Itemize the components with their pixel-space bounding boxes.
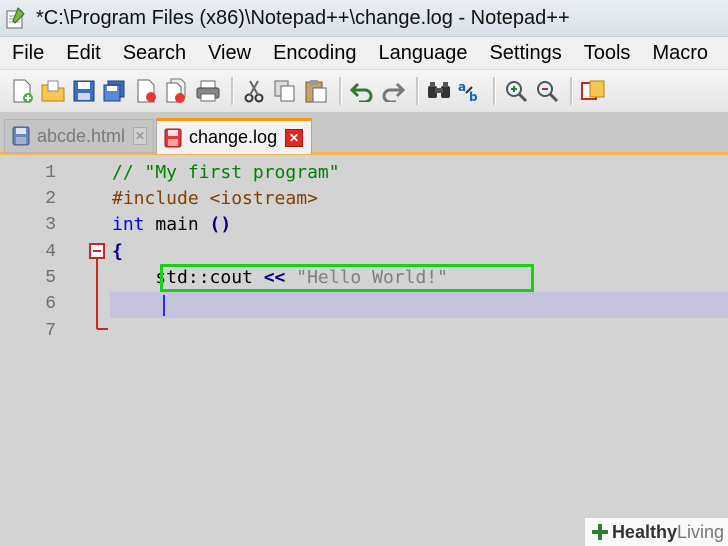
toolbar-separator (416, 77, 419, 105)
tab-label: change.log (189, 127, 278, 147)
find-icon[interactable] (425, 76, 453, 106)
code-token: main (144, 214, 210, 235)
menu-macro[interactable]: Macro (652, 42, 708, 65)
code-token: #include <iostream> (112, 188, 318, 209)
code-token: () (209, 214, 232, 235)
menu-file[interactable]: File (12, 42, 44, 65)
tab-close-icon[interactable]: ✕ (285, 128, 304, 147)
tab-label: abcde.html (37, 125, 126, 146)
redo-icon[interactable] (379, 76, 407, 106)
unsaved-file-icon (163, 127, 183, 149)
line-number: 7 (45, 321, 56, 341)
code-line[interactable]: { (112, 241, 123, 262)
save-all-icon[interactable] (101, 76, 129, 106)
tab-close-icon[interactable]: ✕ (133, 127, 147, 145)
toolbar: ab (0, 69, 728, 113)
code-line[interactable]: int main () (112, 214, 231, 235)
close-all-icon[interactable] (163, 76, 191, 106)
menu-edit[interactable]: Edit (66, 42, 100, 65)
line-number: 6 (45, 294, 56, 314)
menu-encoding[interactable]: Encoding (273, 42, 356, 65)
line-number: 2 (45, 189, 56, 209)
sync-scroll-icon[interactable] (579, 76, 607, 106)
new-file-icon[interactable] (8, 76, 36, 106)
open-file-icon[interactable] (39, 76, 67, 106)
code-token: // "My first program" (112, 162, 340, 183)
text-caret (163, 295, 165, 316)
editor-area[interactable]: 1 2 3 4 5 6 7 // "My first program" #inc… (0, 155, 728, 546)
line-number: 5 (45, 268, 56, 288)
undo-icon[interactable] (348, 76, 376, 106)
line-number: 3 (45, 215, 56, 235)
code-line[interactable]: #include <iostream> (112, 188, 318, 209)
toolbar-separator (493, 77, 496, 105)
toolbar-separator (570, 77, 573, 105)
code-line[interactable]: // "My first program" (112, 162, 340, 183)
menu-search[interactable]: Search (123, 42, 186, 65)
highlight-box (160, 264, 534, 292)
line-number: 4 (45, 242, 56, 262)
window-title: *C:\Program Files (x86)\Notepad++\change… (36, 6, 570, 29)
tab-abcde-html[interactable]: abcde.html ✕ (4, 119, 154, 153)
svg-text:a: a (458, 80, 466, 94)
tab-bar: abcde.html ✕ change.log ✕ (0, 113, 728, 155)
zoom-out-icon[interactable] (533, 76, 561, 106)
line-number-gutter (0, 155, 84, 546)
paste-icon[interactable] (302, 76, 330, 106)
menu-language[interactable]: Language (378, 42, 467, 65)
plus-logo-icon (591, 524, 608, 540)
tab-change-log[interactable]: change.log ✕ (156, 118, 312, 154)
cut-icon[interactable] (240, 76, 268, 106)
watermark-text-light: Living (676, 521, 724, 542)
saved-file-icon (11, 125, 31, 147)
menu-bar: File Edit Search View Encoding Language … (0, 37, 728, 69)
toolbar-separator (339, 77, 342, 105)
svg-text:b: b (469, 90, 478, 103)
replace-icon[interactable]: ab (456, 76, 484, 106)
save-icon[interactable] (70, 76, 98, 106)
menu-settings[interactable]: Settings (489, 42, 561, 65)
notepad-app-icon[interactable] (4, 7, 26, 29)
menu-view[interactable]: View (208, 42, 251, 65)
watermark: Healthy Living (584, 518, 728, 546)
menu-tools[interactable]: Tools (584, 42, 631, 65)
current-line-highlight (110, 292, 728, 318)
zoom-in-icon[interactable] (502, 76, 530, 106)
copy-icon[interactable] (271, 76, 299, 106)
code-token: { (112, 241, 123, 262)
watermark-text-bold: Healthy (611, 521, 677, 542)
fold-margin (84, 155, 110, 546)
print-icon[interactable] (194, 76, 222, 106)
line-number: 1 (45, 163, 56, 183)
close-file-icon[interactable] (132, 76, 160, 106)
toolbar-separator (231, 77, 234, 105)
code-token: int (112, 214, 145, 235)
title-bar: *C:\Program Files (x86)\Notepad++\change… (0, 0, 728, 37)
